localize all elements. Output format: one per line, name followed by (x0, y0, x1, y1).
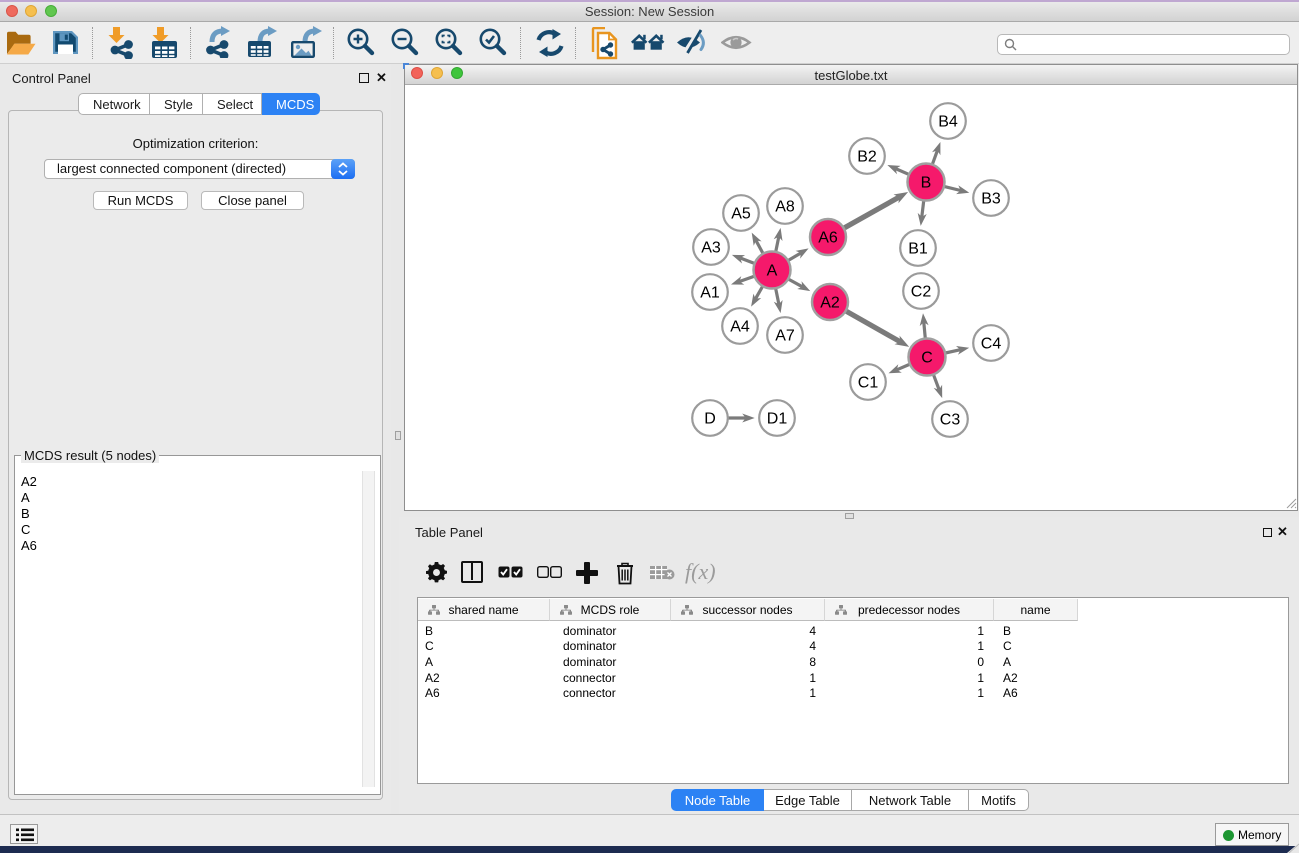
svg-text:C3: C3 (940, 412, 961, 429)
svg-text:C4: C4 (981, 336, 1002, 353)
svg-text:D: D (704, 411, 716, 428)
svg-text:B4: B4 (938, 114, 958, 131)
svg-text:B2: B2 (857, 149, 877, 166)
svg-text:B1: B1 (908, 241, 928, 258)
svg-text:D1: D1 (767, 411, 788, 428)
svg-text:A5: A5 (731, 206, 751, 223)
svg-text:C2: C2 (911, 284, 932, 301)
svg-text:A2: A2 (820, 295, 840, 312)
svg-text:A1: A1 (700, 285, 720, 302)
svg-text:B3: B3 (981, 191, 1001, 208)
svg-text:A6: A6 (818, 230, 838, 247)
svg-text:C: C (921, 350, 933, 367)
svg-text:A: A (767, 263, 778, 280)
svg-text:B: B (921, 175, 932, 192)
svg-text:A8: A8 (775, 199, 795, 216)
svg-text:A7: A7 (775, 328, 795, 345)
svg-text:A3: A3 (701, 240, 721, 257)
svg-text:C1: C1 (858, 375, 879, 392)
svg-text:A4: A4 (730, 319, 750, 336)
